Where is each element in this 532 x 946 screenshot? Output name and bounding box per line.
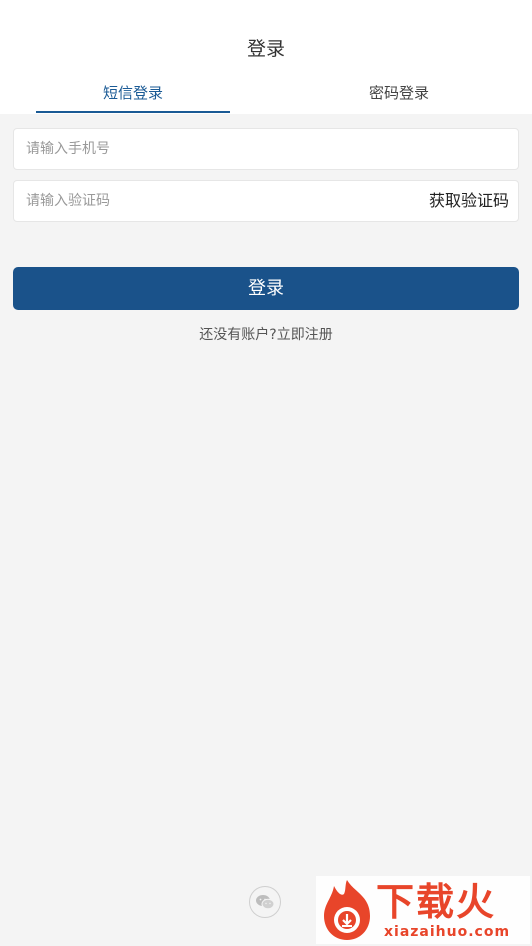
wechat-login-button[interactable]	[249, 886, 281, 918]
code-field[interactable]: 获取验证码	[13, 180, 519, 222]
active-tab-indicator	[36, 111, 230, 113]
login-button[interactable]: 登录	[13, 267, 519, 310]
watermark-en-text: xiazaihuo.com	[384, 924, 511, 940]
tab-password-login[interactable]: 密码登录	[302, 82, 496, 114]
code-input[interactable]	[26, 181, 406, 221]
watermark-cn-text: 下载火	[376, 880, 497, 924]
get-code-button[interactable]: 获取验证码	[429, 181, 509, 221]
wechat-icon	[256, 895, 275, 910]
tab-sms-login[interactable]: 短信登录	[36, 82, 230, 114]
watermark: 下载火 xiazaihuo.com	[316, 876, 530, 944]
register-link[interactable]: 还没有账户?立即注册	[0, 324, 532, 344]
page-title: 登录	[246, 38, 285, 60]
header-bar: 登录 短信登录 密码登录	[0, 0, 532, 114]
flame-logo-icon	[324, 880, 370, 940]
phone-input[interactable]	[26, 129, 506, 169]
phone-field[interactable]	[13, 128, 519, 170]
